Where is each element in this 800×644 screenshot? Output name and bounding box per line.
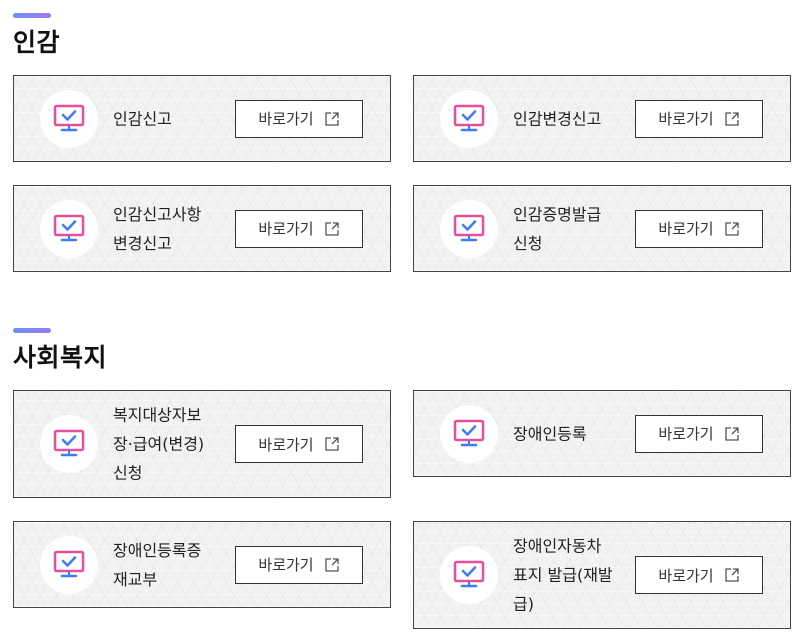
- monitor-check-icon: [440, 89, 498, 148]
- external-link-icon: [324, 111, 340, 127]
- card-label: 인감신고: [113, 109, 172, 128]
- monitor-check-icon: [40, 535, 98, 594]
- service-card: 인감신고 바로가기: [13, 75, 391, 162]
- external-link-icon: [324, 436, 340, 452]
- shortcut-button[interactable]: 바로가기: [235, 425, 363, 463]
- card-label: 인감변경신고: [513, 109, 602, 128]
- button-label: 바로가기: [658, 110, 714, 128]
- external-link-icon: [324, 221, 340, 237]
- button-label: 바로가기: [258, 435, 314, 454]
- service-card: 인감증명발급 신청 바로가기: [413, 185, 791, 272]
- section-accent-bar: [13, 328, 51, 333]
- section-title: 사회복지: [13, 343, 108, 372]
- monitor-check-icon: [440, 404, 498, 463]
- monitor-check-icon: [40, 415, 98, 473]
- service-card: 인감신고사항 변경신고 바로가기: [13, 185, 391, 272]
- button-label: 바로가기: [258, 110, 314, 128]
- shortcut-button[interactable]: 바로가기: [635, 414, 763, 453]
- card-label: 장애인등록증 재교부: [113, 540, 202, 589]
- button-label: 바로가기: [658, 566, 714, 585]
- monitor-check-icon: [440, 199, 498, 258]
- service-card: 장애인등록 바로가기: [413, 390, 791, 477]
- shortcut-button[interactable]: 바로가기: [635, 209, 763, 248]
- external-link-icon: [724, 567, 740, 583]
- card-label: 인감증명발급 신청: [513, 204, 602, 253]
- shortcut-button[interactable]: 바로가기: [635, 556, 763, 594]
- service-card: 장애인등록증 재교부 바로가기: [13, 521, 391, 608]
- section-accent-bar: [13, 13, 51, 18]
- shortcut-button[interactable]: 바로가기: [235, 209, 363, 248]
- external-link-icon: [724, 111, 740, 127]
- shortcut-button[interactable]: 바로가기: [235, 545, 363, 584]
- card-label: 복지대상자보 장·급여(변경) 신청: [113, 405, 205, 483]
- card-label: 장애인등록: [513, 424, 587, 443]
- shortcut-button[interactable]: 바로가기: [635, 99, 763, 138]
- service-card: 복지대상자보 장·급여(변경) 신청 바로가기: [13, 390, 391, 498]
- monitor-check-icon: [40, 89, 98, 148]
- external-link-icon: [324, 557, 340, 573]
- service-card: 장애인자동차 표지 발급(재발 급) 바로가기: [413, 521, 791, 629]
- button-label: 바로가기: [258, 556, 314, 574]
- service-card: 인감변경신고 바로가기: [413, 75, 791, 162]
- external-link-icon: [724, 426, 740, 442]
- card-label: 인감신고사항 변경신고: [113, 204, 202, 253]
- monitor-check-icon: [40, 199, 98, 258]
- button-label: 바로가기: [658, 220, 714, 238]
- section-title: 인감: [13, 28, 61, 57]
- button-label: 바로가기: [658, 425, 714, 443]
- monitor-check-icon: [440, 546, 498, 604]
- button-label: 바로가기: [258, 220, 314, 238]
- external-link-icon: [724, 221, 740, 237]
- card-label: 장애인자동차 표지 발급(재발 급): [513, 536, 613, 614]
- shortcut-button[interactable]: 바로가기: [235, 99, 363, 138]
